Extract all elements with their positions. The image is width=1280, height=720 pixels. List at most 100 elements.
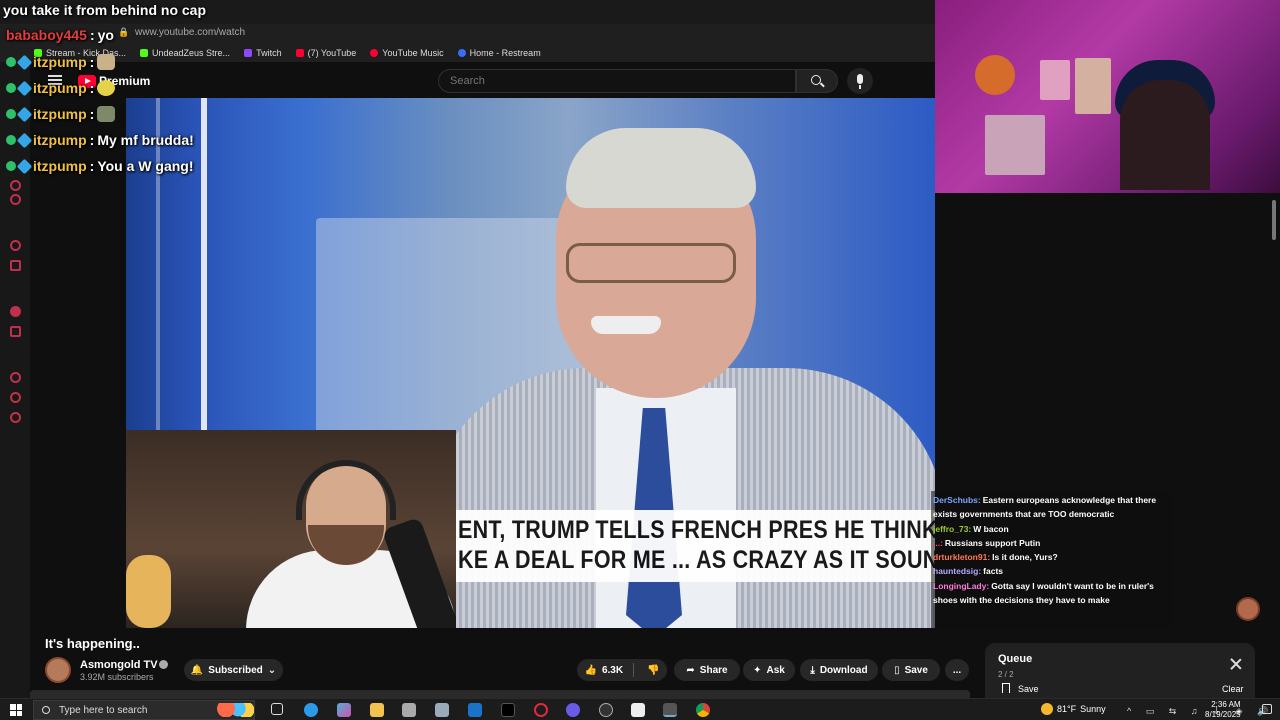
- queue-title: Queue: [998, 653, 1033, 665]
- clock-date: 8/19/2025: [1205, 710, 1241, 719]
- chat-message: jeffro_73: W bacon: [933, 523, 1009, 534]
- close-icon[interactable]: [1230, 658, 1242, 670]
- file-explorer-icon[interactable]: [370, 703, 384, 717]
- chat-username: itzpump: [33, 54, 87, 70]
- sidebar-app-icon[interactable]: [10, 180, 21, 191]
- user-avatar[interactable]: [1236, 597, 1260, 621]
- copilot-icon[interactable]: [337, 703, 351, 717]
- search-box[interactable]: [438, 69, 796, 93]
- sidebar-app-icon[interactable]: [10, 240, 21, 251]
- bookmark-icon: ▯: [894, 664, 900, 676]
- channel-avatar[interactable]: [45, 657, 71, 683]
- system-tray-icons[interactable]: ^ ▭ ⇆ ♫ ⏚ ◈ 🔊: [1127, 704, 1274, 717]
- more-options-button[interactable]: ...: [945, 659, 969, 681]
- chat-message: DerSchubs: Eastern europeans acknowledge …: [933, 495, 1157, 520]
- app-icon[interactable]: [435, 703, 449, 717]
- chevron-down-icon: ⌄: [267, 664, 277, 676]
- sidebar-app-icon[interactable]: [10, 372, 21, 383]
- speaker-mustache: [591, 316, 661, 334]
- weather-desc: Sunny: [1080, 704, 1106, 714]
- sidebar-app-icon[interactable]: [10, 306, 21, 317]
- kick-icon: [140, 49, 149, 57]
- notification-icon[interactable]: [1262, 704, 1272, 714]
- chat-separator: :: [89, 80, 95, 96]
- thumbs-down-icon[interactable]: 👎: [647, 665, 659, 676]
- subscribed-button[interactable]: 🔔 Subscribed ⌄: [184, 659, 283, 681]
- app-icon[interactable]: [631, 703, 645, 717]
- channel-name[interactable]: Asmongold TV: [80, 659, 158, 671]
- speaker-hair: [566, 128, 756, 208]
- x-icon[interactable]: [501, 703, 515, 717]
- chrome-icon[interactable]: [696, 703, 710, 717]
- sidebar-app-icon[interactable]: [10, 412, 21, 423]
- bookmark-youtube[interactable]: (7) YouTube: [295, 48, 356, 58]
- chat-username: itzpump: [33, 158, 87, 174]
- address-bar[interactable]: 🔒 www.youtube.com/watch: [0, 24, 935, 44]
- moderator-badge-icon: [6, 161, 16, 171]
- reaction-webcam: [126, 430, 456, 628]
- chat-text: yo: [97, 27, 114, 43]
- sidebar-app-icon[interactable]: [10, 194, 21, 205]
- overlay-chat-line: itzpump: You a W gang!: [6, 158, 194, 174]
- bookmark-restream[interactable]: Home - Restream: [457, 48, 541, 58]
- obs-icon[interactable]: [599, 703, 613, 717]
- wall-poster: [1075, 58, 1111, 114]
- streamer-webcam: [935, 0, 1280, 193]
- windows-start-icon[interactable]: [10, 704, 22, 716]
- share-button[interactable]: ➦ Share: [674, 659, 740, 681]
- search-icon: [42, 706, 50, 714]
- chat-separator: :: [89, 106, 95, 122]
- bookmark-youtube-music[interactable]: YouTube Music: [370, 48, 444, 58]
- youtube-header: Premium: [30, 62, 935, 98]
- youtube-music-icon: [370, 49, 379, 57]
- overlay-chat-line: bababoy445: yo: [6, 27, 114, 43]
- sidebar-app-icon[interactable]: [10, 260, 21, 271]
- bookmark-undeadzeus[interactable]: UndeadZeus Stre...: [140, 48, 230, 58]
- taskbar-search-placeholder: Type here to search: [59, 705, 148, 716]
- opera-icon[interactable]: [534, 703, 548, 717]
- voice-search-button[interactable]: [847, 68, 873, 94]
- download-button[interactable]: ⤓ Download: [800, 659, 878, 681]
- discord-icon[interactable]: [566, 703, 580, 717]
- outlook-icon[interactable]: [468, 703, 482, 717]
- verified-icon: [159, 660, 168, 669]
- scrollbar[interactable]: [1272, 200, 1276, 240]
- calculator-icon[interactable]: [402, 703, 416, 717]
- search-button[interactable]: [796, 69, 838, 93]
- chat-username: bababoy445: [6, 27, 87, 43]
- moderator-badge-icon: [6, 109, 16, 119]
- lock-icon: 🔒: [118, 27, 130, 37]
- clock[interactable]: 2:36 AM 8/19/2025: [1205, 700, 1241, 720]
- emote-icon: [97, 106, 116, 122]
- weather-widget[interactable]: 81°F Sunny: [1041, 703, 1106, 715]
- like-dislike-group: 👍 6.3K 👎: [577, 659, 667, 681]
- queue-clear-button[interactable]: Clear: [1222, 684, 1244, 694]
- clock-time: 2:36 AM: [1211, 700, 1241, 709]
- edge-icon[interactable]: [304, 703, 318, 717]
- thumbs-up-icon: 👍: [584, 664, 597, 676]
- app-icon[interactable]: [663, 703, 677, 717]
- save-button[interactable]: ▯ Save: [882, 659, 940, 681]
- url-text[interactable]: www.youtube.com/watch: [135, 27, 245, 38]
- like-count: 6.3K: [601, 664, 624, 676]
- sparkle-icon: ✦: [753, 664, 762, 676]
- like-button[interactable]: 👍 6.3K: [584, 665, 623, 676]
- search-icon: [811, 75, 821, 85]
- task-view-icon[interactable]: [271, 703, 283, 715]
- news-chyron: ENT, TRUMP TELLS FRENCH PRES HE THINKS K…: [456, 510, 935, 582]
- chat-message: drturkleton91: Is it done, Yurs?: [933, 552, 1058, 563]
- sidebar-app-icon[interactable]: [10, 392, 21, 403]
- subscriber-badge-icon: [16, 106, 33, 122]
- windows-taskbar: Type here to search 81°F Sunny ^ ▭ ⇆ ♫ ⏚…: [0, 698, 1280, 720]
- queue-save-button[interactable]: Save: [1018, 684, 1039, 694]
- bookmark-twitch[interactable]: Twitch: [244, 48, 282, 58]
- ask-button[interactable]: ✦ Ask: [743, 659, 795, 681]
- sun-icon: [1041, 703, 1053, 715]
- description-box-edge[interactable]: [30, 690, 970, 698]
- search-input[interactable]: [439, 70, 769, 92]
- chat-separator: :: [89, 27, 95, 43]
- subscriber-badge-icon: [16, 132, 33, 148]
- sidebar-app-icon[interactable]: [10, 326, 21, 337]
- overlay-chat-line: itzpump: My mf brudda!: [6, 132, 194, 148]
- chat-username: itzpump: [33, 132, 87, 148]
